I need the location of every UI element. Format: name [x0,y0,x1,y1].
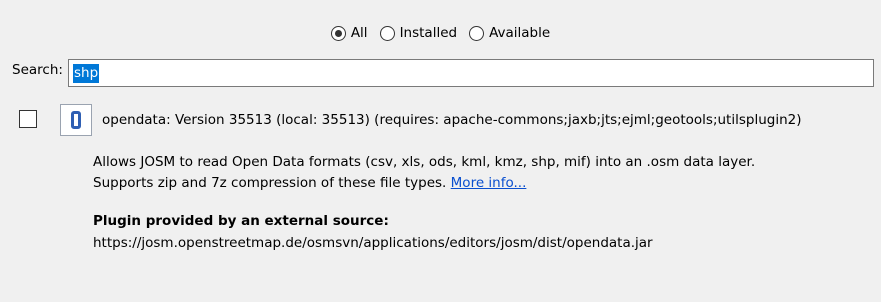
plugin-icon [60,104,92,136]
plugin-source-url: https://josm.openstreetmap.de/osmsvn/app… [93,235,653,251]
radio-available[interactable]: Available [469,25,550,41]
radio-dot [334,29,342,37]
search-input[interactable]: shp [68,59,874,87]
radio-all-label[interactable]: All [351,25,368,41]
plugin-source-heading: Plugin provided by an external source: [93,213,389,229]
radio-button-icon[interactable] [469,25,485,41]
plugin-preferences-panel: { "filter": { "options": [ { "label": "A… [0,0,881,302]
radio-all[interactable]: All [330,25,368,41]
plugin-title: opendata: Version 35513 (local: 35513) (… [102,112,802,128]
plugin-install-checkbox[interactable] [19,110,37,128]
opendata-icon [71,111,81,129]
plugin-description-line-1: Allows JOSM to read Open Data formats (c… [93,154,756,170]
radio-installed[interactable]: Installed [379,25,458,41]
search-input-value[interactable]: shp [73,63,100,83]
radio-installed-label[interactable]: Installed [400,25,458,41]
more-info-link[interactable]: More info... [451,175,527,191]
radio-button-selected-icon[interactable] [330,25,346,41]
plugin-description-text: Supports zip and 7z compression of these… [93,175,451,191]
radio-button-icon[interactable] [379,25,395,41]
plugin-description: Allows JOSM to read Open Data formats (c… [93,152,755,194]
plugin-filter-radio-group: All Installed Available [0,22,881,44]
search-label: Search: [12,62,63,78]
plugin-description-line-2: Supports zip and 7z compression of these… [93,173,755,194]
radio-available-label[interactable]: Available [489,25,550,41]
